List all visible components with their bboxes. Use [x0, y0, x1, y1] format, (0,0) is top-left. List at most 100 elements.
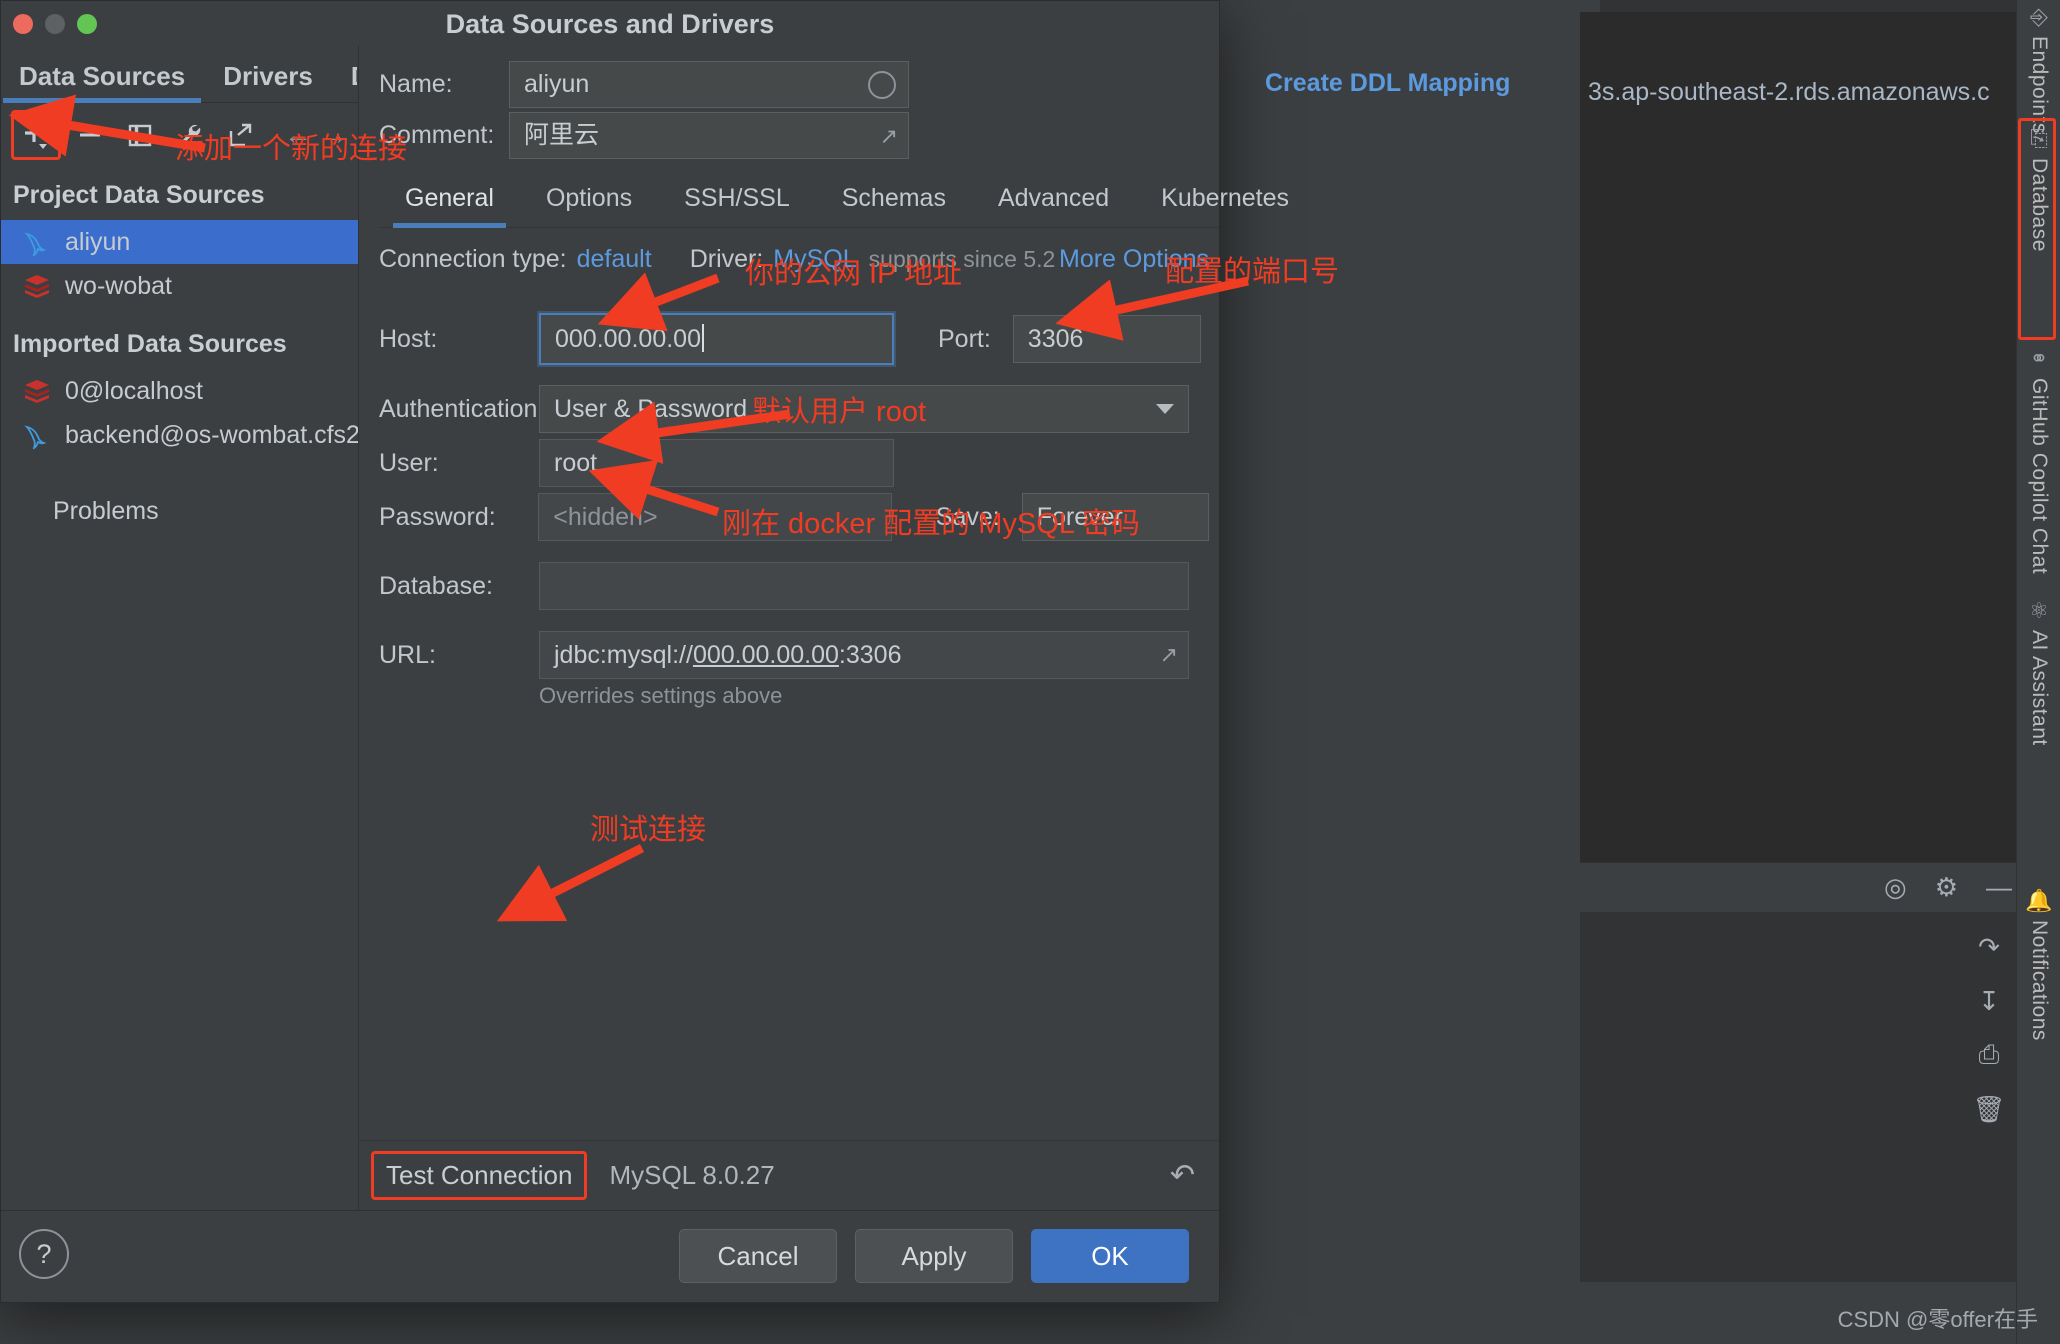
target-icon[interactable]: ◎: [1884, 872, 1907, 903]
minimize-icon[interactable]: —: [1986, 872, 2012, 903]
comment-input[interactable]: 阿里云 ↗: [509, 112, 909, 159]
rail-item-endpoints[interactable]: ⎆ Endpoints: [2017, 6, 2060, 134]
port-input-value: 3306: [1027, 325, 1084, 353]
save-label: Save:: [935, 502, 1000, 531]
tab-options[interactable]: Options: [520, 170, 658, 227]
sidebar-toolbar: ← →: [1, 103, 358, 167]
host-input[interactable]: 000.00.00.00: [539, 313, 894, 365]
ok-button[interactable]: OK: [1031, 1229, 1189, 1283]
data-source-item-localhost[interactable]: 0@localhost: [1, 369, 358, 413]
database-row: Database:: [379, 562, 1209, 610]
test-connection-button[interactable]: Test Connection: [371, 1151, 588, 1200]
driver-value[interactable]: MySQL: [773, 245, 856, 274]
data-source-form: Name: aliyun Create DDL Mapping Comment:…: [359, 45, 1510, 1210]
wrench-icon[interactable]: [169, 114, 211, 156]
save-value: Forever: [1036, 503, 1123, 531]
name-input[interactable]: aliyun: [509, 61, 909, 108]
revert-icon[interactable]: ↶: [1170, 1158, 1195, 1193]
copilot-icon: ⚭: [2029, 346, 2049, 371]
url-suffix: :3306: [838, 641, 902, 669]
data-sources-sidebar: Data Sources Drivers DD ˅: [1, 45, 377, 1210]
tab-kubernetes[interactable]: Kubernetes: [1135, 170, 1315, 227]
tab-schemas[interactable]: Schemas: [816, 170, 972, 227]
problems-label[interactable]: Problems: [1, 457, 358, 526]
rail-item-copilot[interactable]: ⚭ GitHub Copilot Chat: [2017, 346, 2060, 575]
url-host: 000.00.00.00: [692, 641, 839, 669]
ide-host-text: 3s.ap-southeast-2.rds.amazonaws.c: [1588, 78, 1990, 106]
url-prefix: jdbc:mysql://: [554, 641, 693, 669]
url-row: URL: jdbc:mysql://000.00.00.00:3306 ↗: [379, 631, 1209, 679]
name-row: Name: aliyun: [379, 61, 1199, 108]
data-source-item-wo-wobat[interactable]: wo-wobat: [1, 264, 358, 308]
password-placeholder: <hidden>: [553, 503, 658, 531]
remove-data-source-button[interactable]: [69, 114, 111, 156]
rail-item-ai-assistant[interactable]: ⚛ AI Assistant: [2017, 600, 2060, 746]
watermark: CSDN @零offer在手: [1837, 1307, 2038, 1332]
cancel-button[interactable]: Cancel: [679, 1229, 837, 1283]
nav-forward-icon[interactable]: →: [320, 119, 348, 151]
password-input[interactable]: <hidden>: [538, 493, 892, 541]
connection-type-value[interactable]: default: [577, 245, 652, 274]
gear-icon[interactable]: ⚙: [1935, 872, 1958, 903]
database-rail-highlight: [2018, 118, 2056, 340]
expand-icon[interactable]: ↗: [1160, 632, 1178, 678]
trash-icon[interactable]: 🗑: [1966, 1082, 2012, 1136]
database-select[interactable]: [539, 562, 1189, 610]
ide-top-strip: [1600, 0, 2060, 12]
rail-item-notifications[interactable]: 🔔 Notifications: [2017, 890, 2060, 1041]
tab-drivers[interactable]: Drivers: [217, 61, 319, 102]
user-label: User:: [379, 448, 439, 477]
comment-input-value: 阿里云: [524, 121, 600, 149]
help-button[interactable]: ?: [19, 1229, 69, 1279]
tab-data-sources[interactable]: Data Sources: [2, 61, 202, 103]
comment-row: Comment: 阿里云 ↗: [379, 112, 1199, 159]
user-input-value: root: [554, 449, 598, 477]
ide-side-icon-column: ↷ ↧ ⎙ 🗑: [1966, 920, 2012, 1136]
color-swatch-icon[interactable]: [868, 70, 896, 99]
dialog-body: Data Sources Drivers DD ˅: [1, 45, 1510, 1210]
authentication-row: Authentication: User & Password: [379, 385, 1209, 433]
database-label: Database:: [379, 571, 493, 600]
tab-ddl[interactable]: DD: [345, 61, 357, 102]
mysql-dolphin-icon: [24, 425, 47, 449]
nav-back-icon[interactable]: ←: [284, 119, 312, 151]
create-ddl-mapping-link[interactable]: Create DDL Mapping: [1265, 69, 1510, 98]
data-source-label: wo-wobat: [65, 271, 172, 300]
host-row: Host: 000.00.00.00 Port: 3306: [379, 313, 1209, 365]
endpoints-icon: ⎆: [2030, 4, 2048, 29]
expand-icon[interactable]: ↗: [880, 113, 898, 158]
host-label: Host:: [379, 324, 438, 353]
url-input[interactable]: jdbc:mysql://000.00.00.00:3306 ↗: [539, 631, 1189, 679]
authentication-select[interactable]: User & Password: [539, 385, 1189, 433]
ide-lower-panel: [1580, 912, 2020, 1282]
data-source-item-aliyun[interactable]: aliyun: [1, 220, 358, 264]
rail-label-ai: AI Assistant: [2028, 630, 2051, 746]
data-source-label: aliyun: [65, 227, 131, 256]
mysql-version-label: MySQL 8.0.27: [609, 1160, 775, 1190]
mysql-dolphin-icon: [24, 232, 47, 256]
data-source-item-backend[interactable]: backend@os-wombat.cfs2csaq2l: [1, 413, 358, 457]
tab-general[interactable]: General: [379, 170, 520, 228]
redis-icon: [25, 275, 49, 298]
name-input-value: aliyun: [524, 70, 590, 98]
share-icon[interactable]: [219, 114, 261, 156]
url-hint: Overrides settings above: [539, 683, 783, 708]
print-icon[interactable]: ⎙: [1966, 1028, 2012, 1082]
port-label: Port:: [938, 324, 991, 353]
rerun-icon[interactable]: ↷: [1966, 920, 2012, 974]
port-input[interactable]: 3306: [1012, 315, 1201, 363]
tab-advanced[interactable]: Advanced: [972, 170, 1135, 227]
apply-button[interactable]: Apply: [855, 1229, 1013, 1283]
more-options-link[interactable]: More Options: [1059, 245, 1209, 274]
driver-label: Driver:: [689, 245, 764, 273]
tab-ssh-ssl[interactable]: SSH/SSL: [658, 170, 816, 227]
add-data-source-button[interactable]: [11, 110, 61, 160]
authentication-label: Authentication:: [379, 394, 545, 423]
host-input-value: 000.00.00.00: [555, 325, 701, 353]
text-caret: [701, 324, 704, 352]
copy-data-source-button[interactable]: [119, 114, 161, 156]
scroll-end-icon[interactable]: ↧: [1966, 974, 2012, 1028]
group-title-imported: Imported Data Sources: [13, 330, 287, 358]
user-input[interactable]: root: [539, 439, 894, 487]
save-select[interactable]: Forever: [1021, 493, 1209, 541]
